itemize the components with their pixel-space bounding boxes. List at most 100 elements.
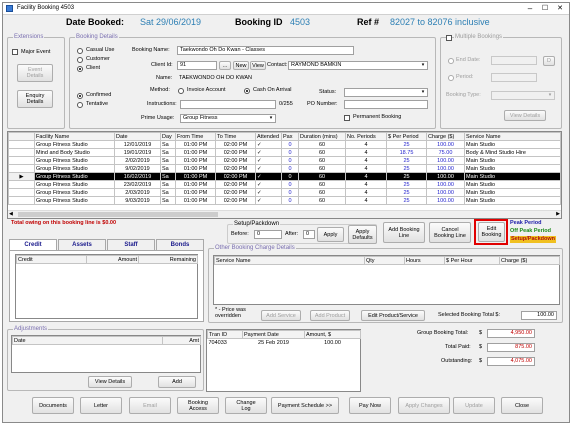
instructions-input[interactable] <box>180 100 276 109</box>
table-row[interactable]: ▶ Group Fitness Studio 16/02/2019 Sa 01:00 P… <box>8 172 561 181</box>
tentative-radio[interactable] <box>77 102 83 108</box>
email-button[interactable]: Email <box>129 397 171 414</box>
change-log-button[interactable]: Change Log <box>225 397 267 414</box>
column-header[interactable]: Charge ($) <box>499 256 560 265</box>
column-header[interactable]: $ Per Hour <box>444 256 500 265</box>
column-header[interactable]: Amount <box>86 255 139 264</box>
column-header[interactable]: Remaining <box>138 255 198 264</box>
customer-radio[interactable] <box>77 57 83 63</box>
client-id-input[interactable]: 91 <box>177 61 217 70</box>
major-event-checkbox[interactable] <box>12 49 18 55</box>
attended-checkbox[interactable]: ✓ <box>255 180 282 189</box>
column-header[interactable]: Date <box>114 132 161 141</box>
before-input[interactable]: 0 <box>254 230 282 239</box>
cash-on-arrival-radio[interactable] <box>244 88 250 94</box>
minimize-icon[interactable]: – <box>523 3 537 14</box>
payment-schedule-button[interactable]: Payment Schedule >> <box>271 397 339 414</box>
client-browse-button[interactable]: ... <box>219 61 231 70</box>
column-header[interactable]: Amt <box>162 336 201 345</box>
column-header[interactable]: Amount, $ <box>304 330 361 339</box>
column-header[interactable]: Day <box>160 132 176 141</box>
column-header[interactable]: No. Periods <box>345 132 387 141</box>
multiple-bookings-checkbox[interactable] <box>446 35 452 41</box>
po-number-input[interactable] <box>344 100 428 109</box>
letter-button[interactable]: Letter <box>80 397 122 414</box>
booking-access-button[interactable]: Booking Access <box>177 397 219 414</box>
end-date-input[interactable] <box>491 56 537 65</box>
end-date-d-button[interactable]: D <box>543 56 555 66</box>
status-select[interactable]: ▾ <box>344 88 428 97</box>
event-details-button[interactable]: Event Details <box>17 64 53 82</box>
column-header[interactable]: Date <box>12 336 163 345</box>
cancel-booking-line-button[interactable]: Cancel Booking Line <box>429 222 471 243</box>
documents-button[interactable]: Documents <box>32 397 74 414</box>
attended-checkbox[interactable]: ✓ <box>255 188 282 197</box>
add-product-button[interactable]: Add Product <box>310 310 350 321</box>
column-header[interactable]: Duration (mins) <box>298 132 346 141</box>
add-service-button[interactable]: Add Service <box>261 310 301 321</box>
booking-name-input[interactable]: Taekwondo Oh Do Kwan - Classes <box>177 46 354 55</box>
attended-checkbox[interactable]: ✓ <box>255 148 282 157</box>
column-header[interactable]: Charge ($) <box>426 132 465 141</box>
column-header[interactable]: Facility Name <box>34 132 115 141</box>
edit-product-service-button[interactable]: Edit Product/Service <box>361 310 425 321</box>
column-header[interactable]: From Time <box>175 132 216 141</box>
add-booking-line-button[interactable]: Add Booking Line <box>383 222 425 243</box>
column-header[interactable]: Attended <box>255 132 282 141</box>
table-row[interactable]: Group Fitness Studio 2/03/2019 Sa 01:00 PM 0… <box>8 188 561 197</box>
column-header[interactable]: Payment Date <box>242 330 305 339</box>
attended-checkbox[interactable]: ✓ <box>255 156 282 165</box>
booking-type-select[interactable]: ▾ <box>491 91 555 100</box>
attended-checkbox[interactable]: ✓ <box>255 172 282 181</box>
tab-bonds[interactable]: Bonds <box>156 239 204 250</box>
column-header[interactable]: Service Name <box>464 132 561 141</box>
period-radio[interactable] <box>448 75 454 81</box>
invoice-account-radio[interactable] <box>178 88 184 94</box>
add-adjustment-button[interactable]: Add <box>158 376 196 388</box>
table-row[interactable]: Mind and Body Studio 19/01/2019 Sa 01:00 PM… <box>8 148 561 157</box>
scroll-right-icon[interactable]: ▶ <box>556 211 560 218</box>
pay-now-button[interactable]: Pay Now <box>349 397 391 414</box>
update-button[interactable]: Update <box>453 397 495 414</box>
confirmed-radio[interactable] <box>77 93 83 99</box>
table-row[interactable]: Group Fitness Studio 12/01/2019 Sa 01:00 PM… <box>8 140 561 149</box>
tab-assets[interactable]: Assets <box>58 239 106 250</box>
column-header[interactable]: Service Name <box>214 256 365 265</box>
casual-use-radio[interactable] <box>77 48 83 54</box>
column-header[interactable]: Tran ID <box>207 330 243 339</box>
attended-checkbox[interactable]: ✓ <box>255 140 282 149</box>
tab-staff[interactable]: Staff <box>107 239 155 250</box>
permanent-booking-checkbox[interactable] <box>344 115 350 121</box>
apply-button[interactable]: Apply <box>317 227 344 242</box>
column-header[interactable]: Pax <box>281 132 299 141</box>
table-row[interactable]: Group Fitness Studio 23/02/2019 Sa 01:00 PM… <box>8 180 561 189</box>
client-view-button[interactable]: View <box>250 61 266 70</box>
period-input[interactable] <box>491 73 537 82</box>
scroll-thumb[interactable] <box>18 212 218 217</box>
maximize-icon[interactable]: ☐ <box>538 3 552 14</box>
column-header[interactable]: To Time <box>215 132 256 141</box>
prime-usage-select[interactable]: Group Fitness ▾ <box>180 114 276 123</box>
close-icon[interactable]: ✕ <box>553 3 567 14</box>
apply-changes-button[interactable]: Apply Changes <box>398 397 450 414</box>
table-row[interactable]: 704033 25 Feb 2019 100.00 <box>208 339 361 347</box>
table-row[interactable]: Group Fitness Studio 2/02/2019 Sa 01:00 PM 0… <box>8 156 561 165</box>
horizontal-scrollbar[interactable]: ◀ ▶ <box>8 210 561 218</box>
view-details-button[interactable]: View Details <box>504 110 546 121</box>
table-row[interactable]: Group Fitness Studio 9/02/2019 Sa 01:00 PM 0… <box>8 164 561 173</box>
edit-booking-button[interactable]: Edit Booking <box>478 222 505 242</box>
enquiry-details-button[interactable]: Enquiry Details <box>17 90 53 108</box>
close-button[interactable]: Close <box>501 397 543 414</box>
end-date-radio[interactable] <box>448 58 454 64</box>
column-header[interactable]: Qty <box>364 256 405 265</box>
client-new-button[interactable]: New <box>233 61 249 70</box>
attended-checkbox[interactable]: ✓ <box>255 196 282 205</box>
column-header[interactable]: $ Per Period <box>386 132 427 141</box>
attended-checkbox[interactable]: ✓ <box>255 164 282 173</box>
view-details-button[interactable]: View Details <box>88 376 132 388</box>
after-input[interactable]: 0 <box>303 230 315 239</box>
column-header[interactable]: Credit <box>16 255 87 264</box>
client-radio[interactable] <box>77 66 83 72</box>
column-header[interactable]: Hours <box>404 256 445 265</box>
scroll-left-icon[interactable]: ◀ <box>9 211 13 218</box>
